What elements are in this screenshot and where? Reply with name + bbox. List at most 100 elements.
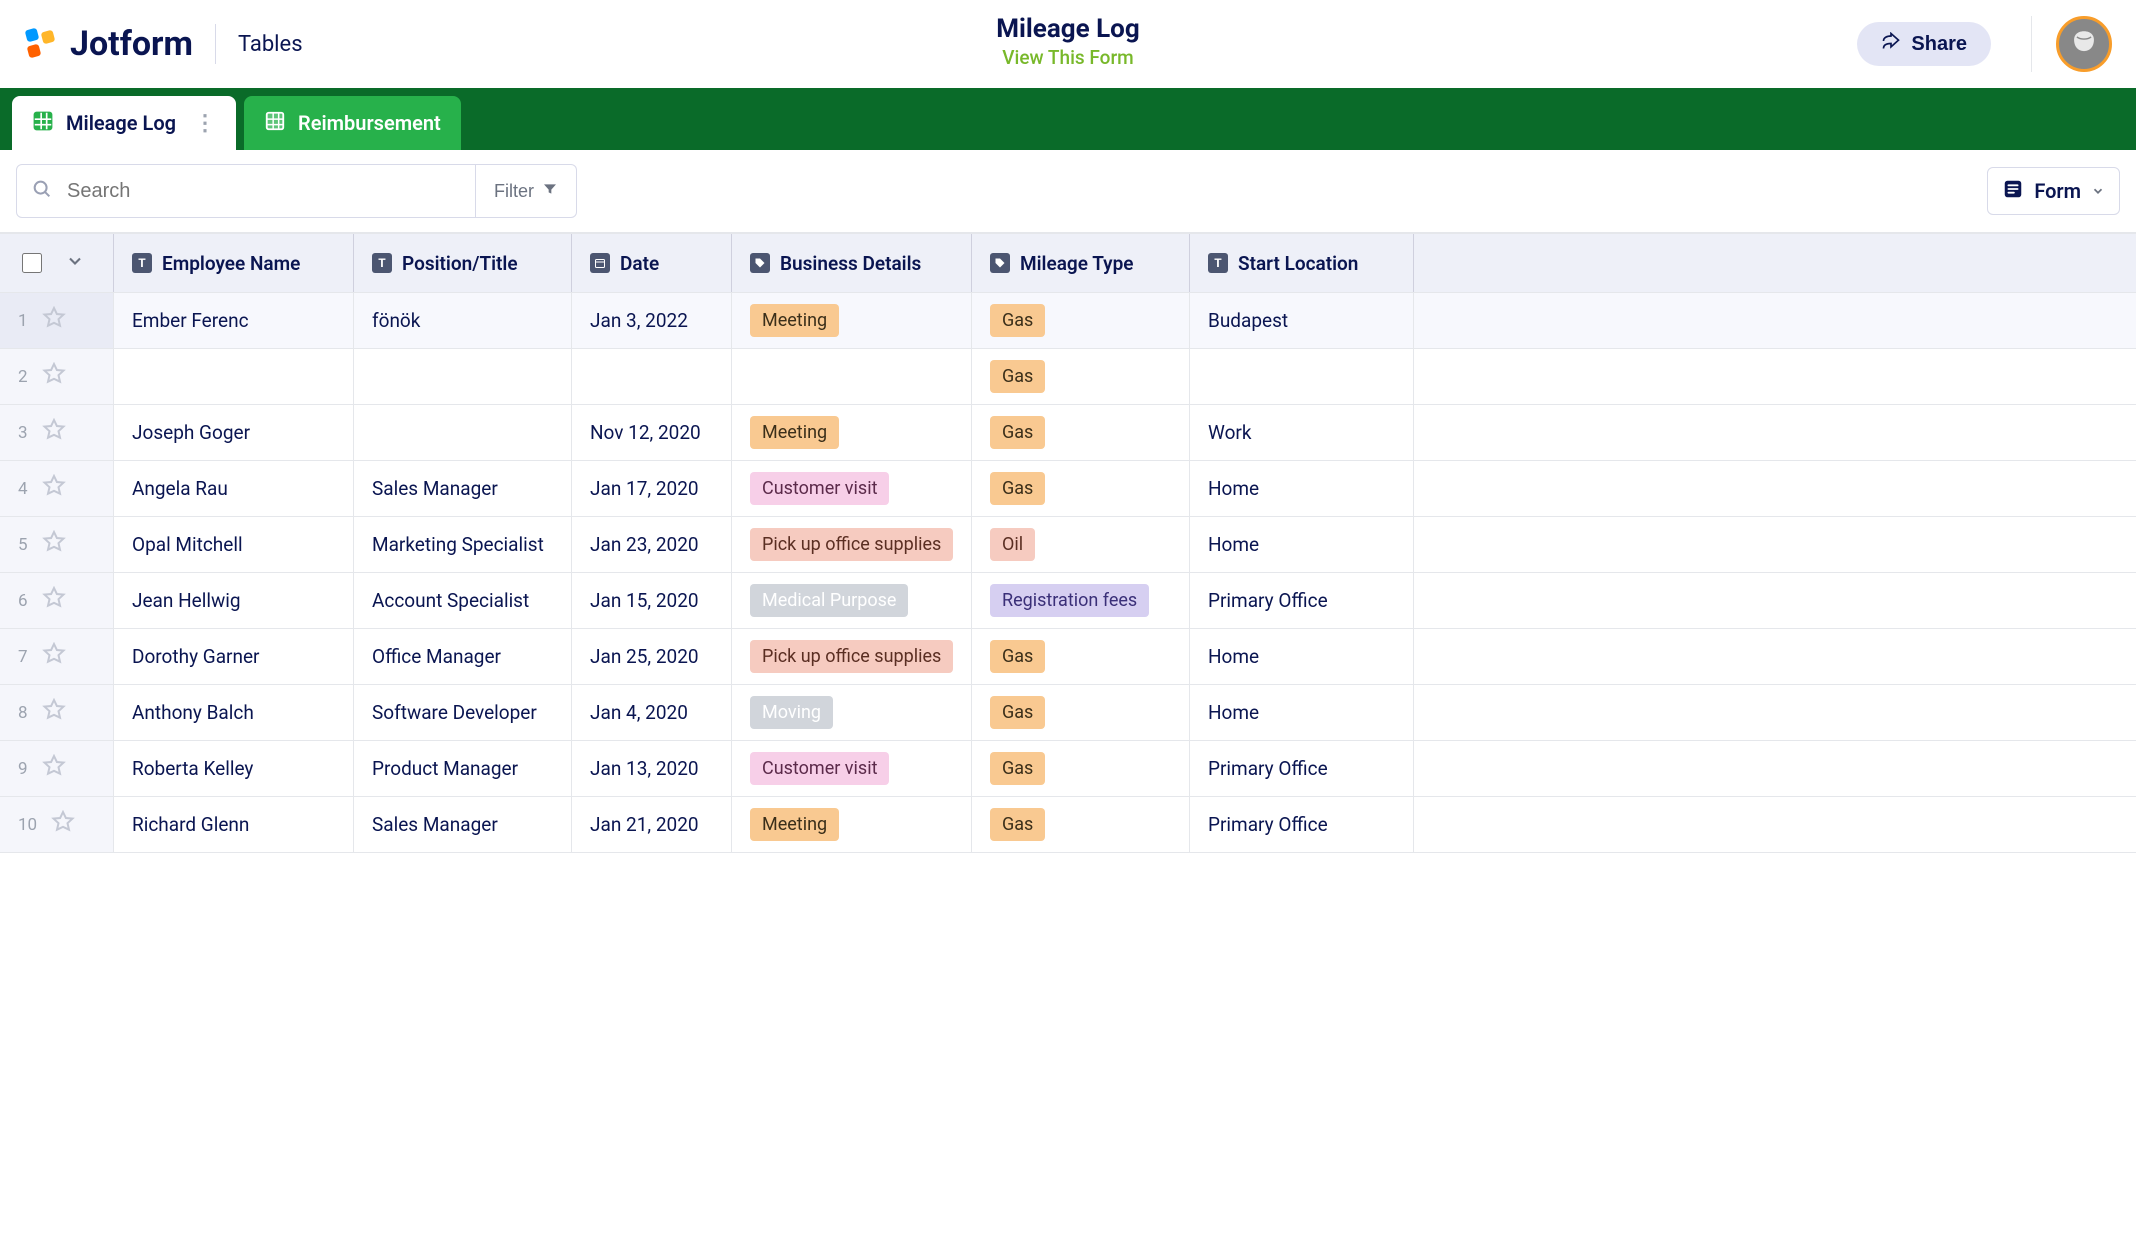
cell-position[interactable]: Software Developer bbox=[354, 685, 572, 740]
table-row[interactable]: 7Dorothy GarnerOffice ManagerJan 25, 202… bbox=[0, 629, 2136, 685]
cell-date[interactable] bbox=[572, 349, 732, 404]
cell-employee[interactable]: Roberta Kelley bbox=[114, 741, 354, 796]
cell-mileage[interactable]: Gas bbox=[972, 461, 1190, 516]
cell-start[interactable]: Work bbox=[1190, 405, 1414, 460]
cell-position[interactable] bbox=[354, 349, 572, 404]
cell-mileage[interactable]: Gas bbox=[972, 797, 1190, 852]
cell-business[interactable]: Moving bbox=[732, 685, 972, 740]
col-header-employee[interactable]: T Employee Name bbox=[114, 234, 354, 292]
cell-date[interactable]: Jan 17, 2020 bbox=[572, 461, 732, 516]
cell-start[interactable] bbox=[1190, 349, 1414, 404]
cell-start[interactable]: Primary Office bbox=[1190, 741, 1414, 796]
view-dropdown[interactable]: Form bbox=[1987, 167, 2120, 215]
star-icon[interactable] bbox=[42, 306, 66, 335]
cell-position[interactable]: Sales Manager bbox=[354, 797, 572, 852]
cell-position[interactable]: Account Specialist bbox=[354, 573, 572, 628]
star-icon[interactable] bbox=[42, 362, 66, 391]
cell-date[interactable]: Jan 21, 2020 bbox=[572, 797, 732, 852]
cell-employee[interactable]: Anthony Balch bbox=[114, 685, 354, 740]
cell-position[interactable]: Marketing Specialist bbox=[354, 517, 572, 572]
brand-logo[interactable]: Jotform bbox=[24, 24, 193, 64]
cell-employee[interactable]: Ember Ferenc bbox=[114, 293, 354, 348]
tab-menu-icon[interactable]: ⋮ bbox=[194, 111, 216, 136]
table-row[interactable]: 9Roberta KelleyProduct ManagerJan 13, 20… bbox=[0, 741, 2136, 797]
cell-position[interactable] bbox=[354, 405, 572, 460]
col-header-mileage[interactable]: Mileage Type bbox=[972, 234, 1190, 292]
table-row[interactable]: 6Jean HellwigAccount SpecialistJan 15, 2… bbox=[0, 573, 2136, 629]
avatar[interactable] bbox=[2056, 16, 2112, 72]
tab-mileage-log[interactable]: Mileage Log ⋮ bbox=[12, 96, 236, 150]
section-label[interactable]: Tables bbox=[238, 32, 303, 57]
col-header-position[interactable]: T Position/Title bbox=[354, 234, 572, 292]
cell-start[interactable]: Primary Office bbox=[1190, 797, 1414, 852]
cell-mileage[interactable]: Gas bbox=[972, 405, 1190, 460]
cell-date[interactable]: Jan 15, 2020 bbox=[572, 573, 732, 628]
star-icon[interactable] bbox=[51, 810, 75, 839]
search-input[interactable] bbox=[65, 179, 461, 204]
col-header-start[interactable]: T Start Location bbox=[1190, 234, 1414, 292]
cell-business[interactable]: Pick up office supplies bbox=[732, 517, 972, 572]
cell-business[interactable]: Medical Purpose bbox=[732, 573, 972, 628]
star-icon[interactable] bbox=[42, 474, 66, 503]
cell-business[interactable]: Meeting bbox=[732, 293, 972, 348]
cell-date[interactable]: Jan 4, 2020 bbox=[572, 685, 732, 740]
star-icon[interactable] bbox=[42, 642, 66, 671]
select-all-checkbox[interactable] bbox=[22, 253, 42, 273]
cell-business[interactable]: Pick up office supplies bbox=[732, 629, 972, 684]
cell-position[interactable]: fönök bbox=[354, 293, 572, 348]
star-icon[interactable] bbox=[42, 698, 66, 727]
cell-business[interactable]: Customer visit bbox=[732, 741, 972, 796]
cell-mileage[interactable]: Gas bbox=[972, 629, 1190, 684]
cell-mileage[interactable]: Gas bbox=[972, 741, 1190, 796]
filter-button[interactable]: Filter bbox=[476, 164, 577, 218]
tab-reimbursement[interactable]: Reimbursement bbox=[244, 96, 461, 150]
cell-mileage[interactable]: Gas bbox=[972, 293, 1190, 348]
cell-date[interactable]: Jan 23, 2020 bbox=[572, 517, 732, 572]
table-row[interactable]: 8Anthony BalchSoftware DeveloperJan 4, 2… bbox=[0, 685, 2136, 741]
table-row[interactable]: 10Richard GlennSales ManagerJan 21, 2020… bbox=[0, 797, 2136, 853]
cell-mileage[interactable]: Gas bbox=[972, 349, 1190, 404]
cell-date[interactable]: Nov 12, 2020 bbox=[572, 405, 732, 460]
cell-business[interactable]: Customer visit bbox=[732, 461, 972, 516]
table-row[interactable]: 3Joseph GogerNov 12, 2020MeetingGasWork bbox=[0, 405, 2136, 461]
cell-business[interactable]: Meeting bbox=[732, 797, 972, 852]
view-form-link[interactable]: View This Form bbox=[1002, 46, 1133, 69]
cell-position[interactable]: Product Manager bbox=[354, 741, 572, 796]
cell-employee[interactable]: Jean Hellwig bbox=[114, 573, 354, 628]
cell-position[interactable]: Office Manager bbox=[354, 629, 572, 684]
star-icon[interactable] bbox=[42, 530, 66, 559]
col-header-date[interactable]: Date bbox=[572, 234, 732, 292]
cell-start[interactable]: Home bbox=[1190, 517, 1414, 572]
cell-date[interactable]: Jan 13, 2020 bbox=[572, 741, 732, 796]
star-icon[interactable] bbox=[42, 586, 66, 615]
table-row[interactable]: 5Opal MitchellMarketing SpecialistJan 23… bbox=[0, 517, 2136, 573]
col-header-business[interactable]: Business Details bbox=[732, 234, 972, 292]
share-button[interactable]: Share bbox=[1857, 22, 1991, 66]
cell-employee[interactable]: Joseph Goger bbox=[114, 405, 354, 460]
table-row[interactable]: 1Ember FerencfönökJan 3, 2022MeetingGasB… bbox=[0, 293, 2136, 349]
cell-position[interactable]: Sales Manager bbox=[354, 461, 572, 516]
cell-date[interactable]: Jan 3, 2022 bbox=[572, 293, 732, 348]
cell-start[interactable]: Home bbox=[1190, 629, 1414, 684]
star-icon[interactable] bbox=[42, 418, 66, 447]
table-row[interactable]: 4Angela RauSales ManagerJan 17, 2020Cust… bbox=[0, 461, 2136, 517]
star-icon[interactable] bbox=[42, 754, 66, 783]
cell-start[interactable]: Primary Office bbox=[1190, 573, 1414, 628]
cell-mileage[interactable]: Gas bbox=[972, 685, 1190, 740]
cell-start[interactable]: Home bbox=[1190, 461, 1414, 516]
cell-mileage[interactable]: Oil bbox=[972, 517, 1190, 572]
cell-business[interactable]: Meeting bbox=[732, 405, 972, 460]
chevron-down-icon[interactable] bbox=[65, 251, 85, 276]
cell-employee[interactable] bbox=[114, 349, 354, 404]
cell-date[interactable]: Jan 25, 2020 bbox=[572, 629, 732, 684]
cell-start[interactable]: Budapest bbox=[1190, 293, 1414, 348]
cell-start[interactable]: Home bbox=[1190, 685, 1414, 740]
cell-employee[interactable]: Richard Glenn bbox=[114, 797, 354, 852]
search-box[interactable] bbox=[16, 164, 476, 218]
cell-employee[interactable]: Dorothy Garner bbox=[114, 629, 354, 684]
cell-employee[interactable]: Opal Mitchell bbox=[114, 517, 354, 572]
cell-mileage[interactable]: Registration fees bbox=[972, 573, 1190, 628]
cell-employee[interactable]: Angela Rau bbox=[114, 461, 354, 516]
cell-business[interactable] bbox=[732, 349, 972, 404]
table-row[interactable]: 2Gas bbox=[0, 349, 2136, 405]
